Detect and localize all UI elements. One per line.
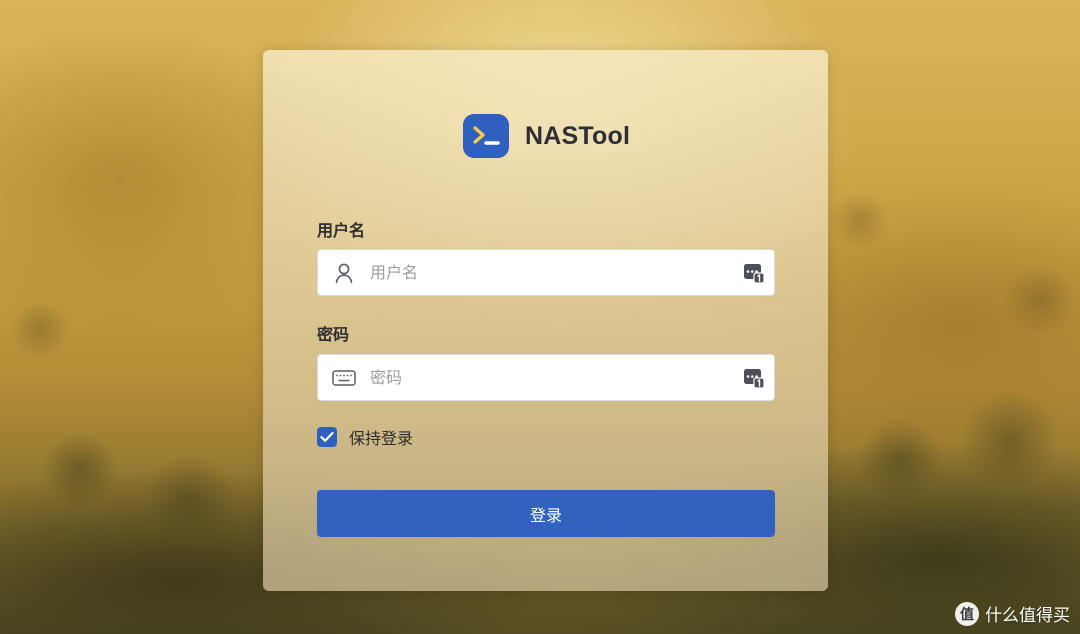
nastool-logo-icon	[463, 114, 509, 158]
password-input[interactable]	[370, 355, 734, 400]
password-manager-icon[interactable]	[734, 250, 774, 295]
password-manager-icon[interactable]	[734, 355, 774, 400]
app-name: NASTool	[525, 121, 631, 150]
remember-checkbox[interactable]	[317, 427, 337, 447]
brand: NASTool	[463, 114, 630, 158]
keyboard-icon	[318, 355, 370, 400]
password-field[interactable]	[317, 354, 775, 401]
zhi-logo-icon: 值	[955, 601, 979, 626]
username-input[interactable]	[370, 250, 734, 295]
checkmark-icon	[320, 431, 334, 442]
login-button[interactable]: 登录	[317, 490, 775, 537]
username-field[interactable]	[317, 249, 775, 296]
watermark-text: 什么值得买	[985, 606, 1070, 626]
username-label: 用户名	[317, 221, 366, 240]
remember-me[interactable]: 保持登录	[317, 425, 413, 449]
remember-label: 保持登录	[349, 429, 414, 448]
watermark: 值 什么值得买	[955, 601, 1070, 626]
user-icon	[318, 250, 370, 295]
login-card: NASTool 用户名 密码	[263, 50, 828, 591]
password-label: 密码	[317, 325, 350, 344]
